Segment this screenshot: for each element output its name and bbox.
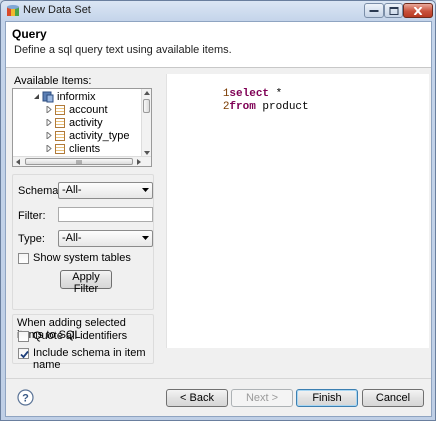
show-system-tables-checkbox[interactable] [18,253,29,264]
type-selected-value: -All- [62,232,82,244]
include-schema-checkbox[interactable] [18,348,29,359]
table-icon [55,131,65,141]
quote-all-identifiers-checkbox[interactable] [18,331,29,342]
title-bar[interactable]: New Data Set [1,1,435,21]
scroll-down-icon [144,151,150,155]
checkmark-icon [20,350,29,359]
sql-keyword: from [229,101,256,113]
show-system-tables-label: Show system tables [33,252,131,264]
next-button[interactable]: Next > [231,389,293,407]
available-items-tree[interactable]: informix account activity activity_type [12,88,152,167]
schema-label: Schema: [18,185,62,197]
close-icon [413,6,423,15]
collapsed-arrow-icon [46,132,52,139]
tree-item-label: account [69,104,108,116]
chevron-down-icon [142,188,149,192]
table-icon [55,144,65,154]
tree-item-label: activity [69,117,103,129]
schema-select[interactable]: -All- [58,182,153,199]
maximize-button[interactable] [384,3,403,18]
tree-horizontal-scrollbar[interactable] [13,156,151,166]
maximize-icon [389,6,398,15]
minimize-button[interactable] [364,3,384,18]
tree-item-label: clients [69,143,101,155]
grip-icon [76,160,82,164]
minimize-icon [369,9,379,12]
chevron-down-icon [142,236,149,240]
filter-group: Schema: -All- Filter: Type: -All- Show s… [12,174,154,310]
schema-selected-value: -All- [62,184,82,196]
finish-button[interactable]: Finish [296,389,358,407]
include-schema-label: Include schema in item name [33,347,146,371]
sql-editor[interactable]: 1select * 2from product [166,74,429,348]
close-button[interactable] [403,3,433,18]
collapsed-arrow-icon [46,106,52,113]
window-title: New Data Set [23,4,91,16]
cancel-button[interactable]: Cancel [362,389,424,407]
quote-all-identifiers-label: Quote all identifiers [33,330,128,342]
tree-vertical-scrollbar[interactable] [141,89,151,157]
filter-label: Filter: [18,210,46,222]
tree-item-label: activity_type [69,130,130,142]
database-schema-icon [42,91,54,103]
help-icon[interactable]: ? [17,389,34,406]
sql-text: product [255,101,309,113]
page-description: Define a sql query text using available … [14,44,232,56]
horizontal-scroll-thumb[interactable] [25,158,133,165]
svg-text:?: ? [22,393,29,405]
type-select[interactable]: -All- [58,230,153,247]
eclipse-app-icon [7,5,19,16]
expanded-arrow-icon [34,94,39,99]
page-title: Query [12,27,47,41]
scroll-right-icon [137,159,141,165]
page-header: Query Define a sql query text using avai… [6,22,431,68]
available-items-label: Available Items: [14,75,92,87]
type-label: Type: [18,233,45,245]
dialog-content: Query Define a sql query text using avai… [5,21,432,417]
filter-input[interactable] [58,207,153,222]
tree-root-label: informix [57,91,96,103]
table-icon [55,118,65,128]
table-icon [55,105,65,115]
collapsed-arrow-icon [46,145,52,152]
sql-options-group: When adding selected items to SQL Quote … [12,314,154,371]
code-line: 2from product [170,89,309,125]
dialog-window: New Data Set Query Define a sql query te… [0,0,436,421]
scroll-up-icon [144,91,150,95]
apply-filter-button[interactable]: Apply Filter [60,270,112,295]
footer-separator [6,378,431,379]
collapsed-arrow-icon [46,119,52,126]
scroll-left-icon [16,159,20,165]
back-button[interactable]: < Back [166,389,228,407]
vertical-scroll-thumb[interactable] [143,99,150,113]
